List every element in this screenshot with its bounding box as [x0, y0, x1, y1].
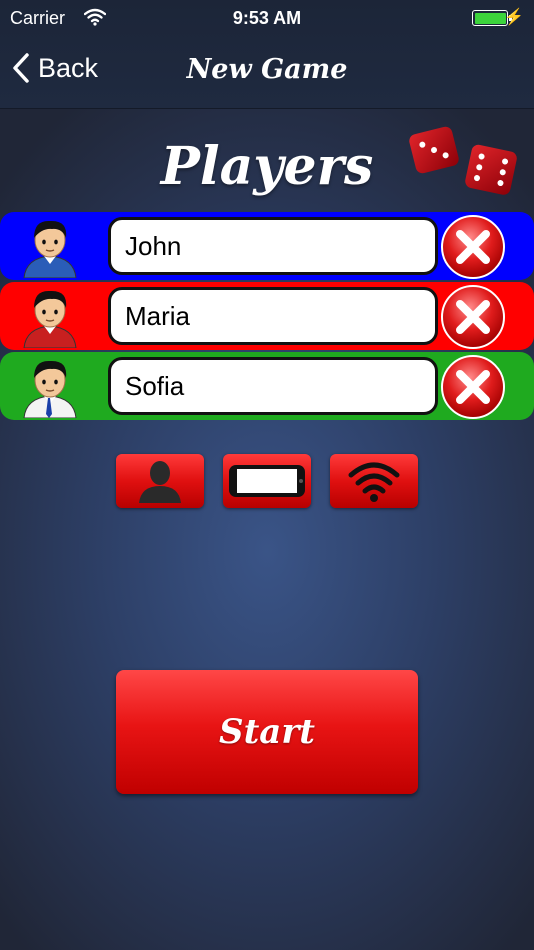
- player-avatar-icon: [23, 290, 77, 348]
- player-avatar-icon: [23, 220, 77, 278]
- remove-player-button[interactable]: [440, 354, 506, 420]
- player-row: John: [0, 212, 534, 280]
- navigation-bar: Carrier 9:53 AM ⚡ Back New Game: [0, 0, 534, 109]
- device-player-button[interactable]: [223, 454, 311, 508]
- player-name-input[interactable]: John: [108, 217, 438, 275]
- start-button[interactable]: Start: [116, 670, 418, 794]
- local-player-button[interactable]: [116, 454, 204, 508]
- phone-icon: [229, 465, 305, 497]
- status-bar: Carrier 9:53 AM ⚡: [0, 0, 534, 38]
- player-name-input[interactable]: Maria: [108, 287, 438, 345]
- remove-player-button[interactable]: [440, 284, 506, 350]
- wifi-icon: [348, 462, 400, 502]
- player-row: Maria: [0, 282, 534, 350]
- battery-icon: [472, 10, 512, 26]
- player-avatar-icon: [23, 360, 77, 418]
- page-title: New Game: [186, 54, 348, 85]
- person-icon: [139, 461, 181, 503]
- remove-player-button[interactable]: [440, 214, 506, 280]
- player-name-input[interactable]: Sofia: [108, 357, 438, 415]
- player-row: Sofia: [0, 352, 534, 420]
- charging-bolt-icon: ⚡: [504, 9, 524, 26]
- dice-icon: [409, 126, 517, 195]
- network-player-button[interactable]: [330, 454, 418, 508]
- status-time: 9:53 AM: [232, 8, 302, 28]
